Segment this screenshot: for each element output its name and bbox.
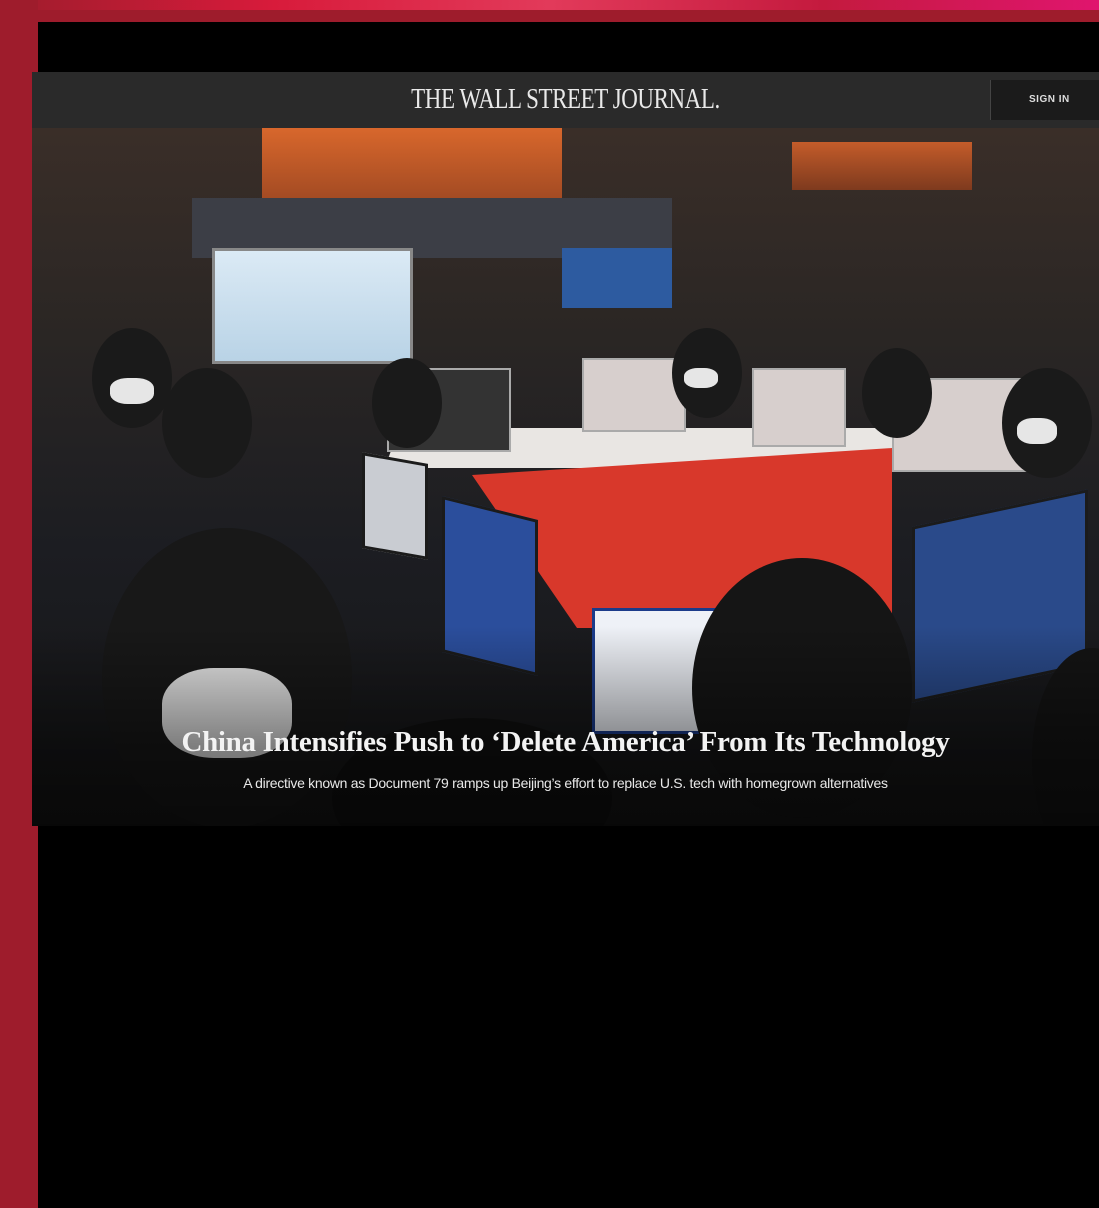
- photo-right-sign: [792, 142, 972, 190]
- article-card: THE WALL STREET JOURNAL. SIGN IN China I…: [32, 72, 1099, 826]
- article-headline[interactable]: China Intensifies Push to ‘Delete Americ…: [32, 726, 1099, 759]
- photo-monitor: [752, 368, 846, 447]
- wsj-logo[interactable]: THE WALL STREET JOURNAL.: [128, 84, 1003, 116]
- hero-photo[interactable]: [32, 128, 1099, 826]
- photo-booth-sign: [262, 128, 562, 198]
- photo-face-mask: [110, 378, 154, 404]
- photo-laptop-screen: [362, 452, 428, 560]
- photo-display-screen: [212, 248, 413, 364]
- masthead: THE WALL STREET JOURNAL. SIGN IN: [32, 72, 1099, 128]
- photo-face-mask: [1017, 418, 1057, 444]
- top-gradient-band: [0, 0, 1099, 22]
- photo-blue-screen: [562, 248, 672, 308]
- photo-person: [372, 358, 442, 448]
- photo-person: [862, 348, 932, 438]
- photo-person: [162, 368, 252, 478]
- article-dek: A directive known as Document 79 ramps u…: [243, 775, 888, 791]
- photo-monitor: [582, 358, 686, 432]
- sign-in-button[interactable]: SIGN IN: [990, 80, 1099, 120]
- photo-face-mask: [684, 368, 718, 388]
